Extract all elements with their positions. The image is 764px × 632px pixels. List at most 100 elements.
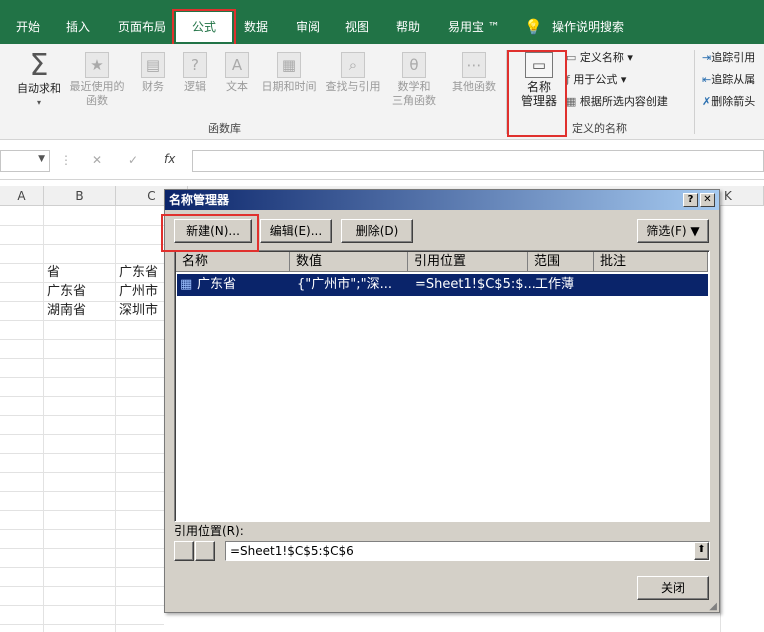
more-book-icon: ⋯ xyxy=(462,52,486,78)
text-button[interactable]: A 文本 xyxy=(220,52,254,94)
header-refers-to[interactable]: 引用位置 xyxy=(408,252,528,272)
tab-review[interactable]: 审阅 xyxy=(292,12,324,42)
gridline xyxy=(0,434,164,435)
delete-name-button[interactable]: 删除(D) xyxy=(341,219,413,243)
cancel-icon[interactable]: ✕ xyxy=(92,153,102,167)
sigma-icon: Σ xyxy=(29,48,49,83)
table-row[interactable]: ▦ 广东省 {"广州市";"深... =Sheet1!$C$5:$... 工作薄 xyxy=(177,274,708,296)
header-comment[interactable]: 批注 xyxy=(594,252,708,272)
names-list[interactable]: 名称 数值 引用位置 范围 批注 ▦ 广东省 {"广州市";"深... =She… xyxy=(174,250,710,522)
tag-icon: ▭ xyxy=(566,51,580,64)
row-value: {"广州市";"深... xyxy=(297,277,392,292)
new-name-button[interactable]: 新建(N)... xyxy=(174,219,252,243)
gridline xyxy=(115,206,116,632)
resize-grip-icon[interactable]: ◢ xyxy=(709,601,717,612)
gridline xyxy=(0,548,164,549)
filter-button[interactable]: 筛选(F) ▼ xyxy=(637,219,709,243)
trace-arrow-icon: ⇥ xyxy=(702,51,712,64)
cell-c-row3[interactable]: 深圳市 xyxy=(119,301,158,320)
name-manager-icon: ▭ xyxy=(525,52,553,78)
close-button[interactable]: 关闭 xyxy=(637,576,709,600)
trace-dependents-button[interactable]: ⇤追踪从属 xyxy=(702,72,755,88)
header-name[interactable]: 名称 xyxy=(176,252,290,272)
gridline xyxy=(0,453,164,454)
row-name: 广东省 xyxy=(197,277,237,292)
text-book-icon: A xyxy=(225,52,249,78)
named-range-icon: ▦ xyxy=(180,277,193,292)
financial-book-icon: ▤ xyxy=(141,52,165,78)
tab-home[interactable]: 开始 xyxy=(12,12,44,42)
header-scope[interactable]: 范围 xyxy=(528,252,594,272)
trace-arrow-icon: ⇤ xyxy=(702,73,712,86)
header-value[interactable]: 数值 xyxy=(290,252,408,272)
magnifier-book-icon: ⌕ xyxy=(341,52,365,78)
tab-easy-tools[interactable]: 易用宝 ™ xyxy=(444,12,504,42)
recently-used-button[interactable]: ★ 最近使用的 函数 xyxy=(66,52,128,108)
formula-input[interactable] xyxy=(192,150,764,172)
cell-c-header[interactable]: 广东省 xyxy=(119,263,158,282)
autosum-button[interactable]: Σ 自动求和 ▾ xyxy=(12,50,66,110)
math-trig-button[interactable]: θ 数学和 三角函数 xyxy=(388,52,440,108)
logical-button[interactable]: ? 逻辑 xyxy=(178,52,212,94)
confirm-ref-button[interactable] xyxy=(195,541,215,561)
tab-insert[interactable]: 插入 xyxy=(62,12,94,42)
grid-icon: ▦ xyxy=(566,95,580,108)
gridline xyxy=(0,510,164,511)
drag-handle-icon[interactable]: ⋮ xyxy=(60,153,72,167)
gridline xyxy=(0,529,164,530)
define-name-button[interactable]: ▭ 定义名称 ▾ xyxy=(566,50,633,66)
create-from-selection-button[interactable]: ▦ 根据所选内容创建 xyxy=(566,94,668,110)
column-header-a[interactable]: A xyxy=(0,186,44,206)
gridline xyxy=(0,491,164,492)
gridline xyxy=(720,206,721,632)
gridline xyxy=(0,624,164,625)
tell-me-search[interactable]: 操作说明搜索 xyxy=(548,12,628,42)
cell-b-row3[interactable]: 湖南省 xyxy=(47,301,86,320)
insert-function-icon[interactable]: fx xyxy=(164,152,175,166)
close-icon[interactable]: ✕ xyxy=(700,193,715,207)
date-time-button[interactable]: ▦ 日期和时间 xyxy=(258,52,320,94)
refers-to-input[interactable]: =Sheet1!$C$5:$C$6 xyxy=(225,541,710,561)
cell-c-row2[interactable]: 广州市 xyxy=(119,282,158,301)
gridline xyxy=(43,206,44,632)
lookup-reference-button[interactable]: ⌕ 查找与引用 xyxy=(322,52,384,94)
chevron-down-icon: ▾ xyxy=(623,51,633,64)
tab-help[interactable]: 帮助 xyxy=(392,12,424,42)
gridline xyxy=(0,244,164,245)
gridline xyxy=(0,377,164,378)
financial-button[interactable]: ▤ 财务 xyxy=(136,52,170,94)
cancel-ref-button[interactable] xyxy=(174,541,194,561)
tab-page-layout[interactable]: 页面布局 xyxy=(114,12,170,42)
trace-precedents-button[interactable]: ⇥追踪引用 xyxy=(702,50,755,66)
name-box[interactable]: ▼ xyxy=(0,150,50,172)
gridline xyxy=(0,225,164,226)
lightbulb-icon: 💡 xyxy=(524,18,543,36)
edit-name-button[interactable]: 编辑(E)... xyxy=(260,219,332,243)
dialog-title: 名称管理器 xyxy=(165,190,719,210)
enter-icon[interactable]: ✓ xyxy=(128,153,138,167)
name-manager-dialog: 名称管理器 ? ✕ 新建(N)... 编辑(E)... 删除(D) 筛选(F) … xyxy=(164,189,720,613)
tab-view[interactable]: 视图 xyxy=(341,12,373,42)
group-divider xyxy=(694,50,695,134)
tab-data[interactable]: 数据 xyxy=(240,12,272,42)
column-header-k[interactable]: K xyxy=(718,186,764,206)
cell-b-header[interactable]: 省 xyxy=(47,263,60,282)
remove-arrows-icon: ✗ xyxy=(702,95,712,108)
help-button[interactable]: ? xyxy=(683,193,698,207)
more-functions-button[interactable]: ⋯ 其他函数 xyxy=(448,52,500,94)
tab-formulas[interactable]: 公式 xyxy=(176,12,232,42)
gridline xyxy=(0,586,164,587)
refers-to-label: 引用位置(R): xyxy=(174,524,244,538)
column-header-b[interactable]: B xyxy=(44,186,116,206)
chevron-down-icon: ▼ xyxy=(686,224,700,238)
chevron-down-icon: ▾ xyxy=(36,98,41,107)
collapse-dialog-icon[interactable]: ⬆ xyxy=(694,542,709,560)
name-manager-button[interactable]: ▭ 名称 管理器 xyxy=(510,52,568,108)
use-in-formula-button[interactable]: ƒ 用于公式 ▾ xyxy=(566,72,626,88)
gridline xyxy=(0,396,164,397)
gridline xyxy=(0,358,164,359)
star-book-icon: ★ xyxy=(85,52,109,78)
gridline xyxy=(0,320,164,321)
cell-b-row2[interactable]: 广东省 xyxy=(47,282,86,301)
remove-arrows-button[interactable]: ✗删除箭头 xyxy=(702,94,755,110)
